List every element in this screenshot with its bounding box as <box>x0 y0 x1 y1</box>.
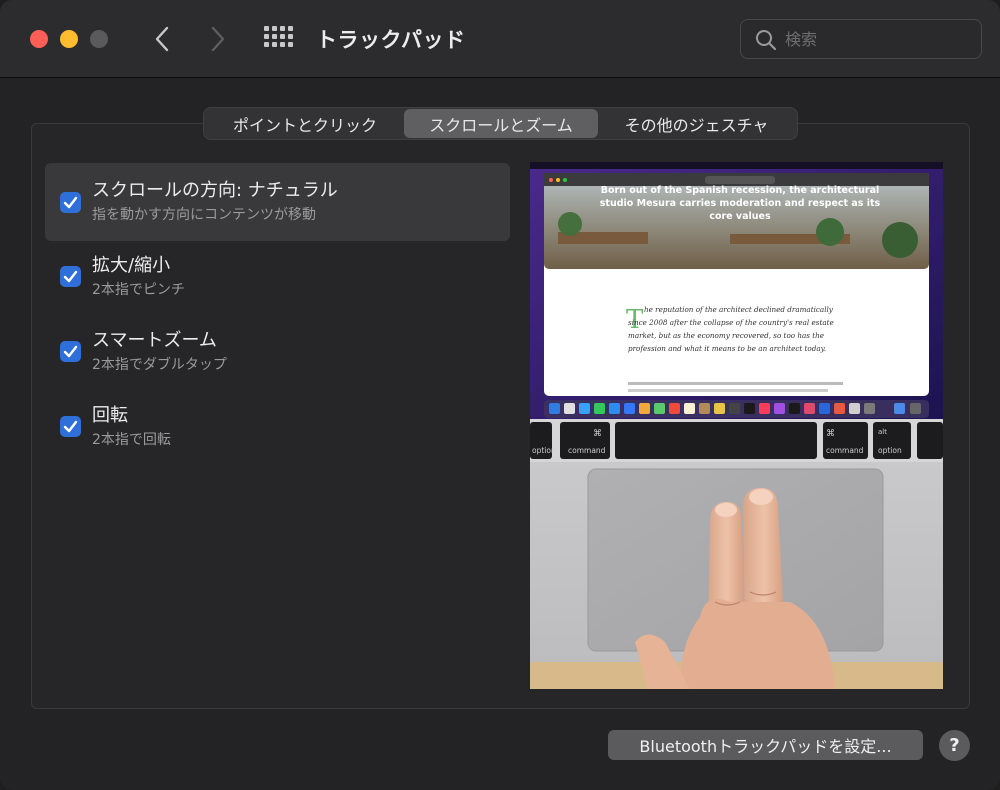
setup-bluetooth-trackpad-button[interactable]: Bluetoothトラックパッドを設定... <box>608 730 923 760</box>
scroll-direction-checkbox[interactable] <box>60 192 81 213</box>
tab-more-gestures[interactable]: その他のジェスチャ <box>598 109 795 138</box>
option-subtitle: 2本指でピンチ <box>92 282 185 298</box>
forward-button[interactable] <box>204 22 232 56</box>
option-title: 拡大/縮小 <box>92 255 171 276</box>
command-key-label: command <box>568 446 606 455</box>
option-title: スマートズーム <box>92 330 217 351</box>
close-button[interactable] <box>30 30 48 48</box>
checkmark-icon <box>63 196 78 209</box>
tab-bar: ポイントとクリック スクロールとズーム その他のジェスチャ <box>203 107 798 140</box>
command-key-label-right: command <box>826 446 864 455</box>
option-scroll-direction[interactable]: スクロールの方向: ナチュラル 指を動かす方向にコンテンツが移動 <box>45 163 510 241</box>
checkmark-icon <box>63 420 78 433</box>
window-title: トラックパッド <box>316 28 466 52</box>
search-field[interactable] <box>740 19 982 59</box>
smart-zoom-checkbox[interactable] <box>60 341 81 362</box>
command-key-symbol: ⌘ <box>593 429 602 439</box>
help-button[interactable]: ? <box>939 730 970 761</box>
alt-key-label: alt <box>878 428 887 436</box>
zoom-button <box>90 30 108 48</box>
option-subtitle: 2本指でダブルタップ <box>92 357 227 373</box>
option-rotate[interactable]: 回転 2本指で回転 <box>45 388 510 466</box>
zoom-in-out-checkbox[interactable] <box>60 266 81 287</box>
tab-scroll-and-zoom[interactable]: スクロールとズーム <box>404 109 598 138</box>
rotate-checkbox[interactable] <box>60 416 81 437</box>
preferences-window: トラックパッド ポイントとクリック スクロールとズーム その他のジェスチャ スク… <box>0 0 1000 790</box>
search-icon <box>756 30 777 51</box>
chevron-right-icon <box>211 26 225 52</box>
checkmark-icon <box>63 345 78 358</box>
option-subtitle: 2本指で回転 <box>92 432 171 448</box>
search-input[interactable] <box>785 28 965 50</box>
option-smart-zoom[interactable]: スマートズーム 2本指でダブルタップ <box>45 313 510 391</box>
option-title: 回転 <box>92 405 128 426</box>
option-zoom-in-out[interactable]: 拡大/縮小 2本指でピンチ <box>45 238 510 316</box>
chevron-left-icon <box>155 26 169 52</box>
option-key-label: option <box>532 446 556 455</box>
gesture-preview-image: Born out of the Spanish recession, the a… <box>530 162 943 689</box>
title-bar: トラックパッド <box>0 0 1000 78</box>
tab-point-and-click[interactable]: ポイントとクリック <box>206 109 404 138</box>
back-button[interactable] <box>148 22 176 56</box>
preview-headline: Born out of the Spanish recession, the a… <box>599 185 881 222</box>
minimize-button[interactable] <box>60 30 78 48</box>
option-subtitle: 指を動かす方向にコンテンツが移動 <box>92 207 316 223</box>
checkmark-icon <box>63 270 78 283</box>
show-all-grid-icon[interactable] <box>262 25 293 53</box>
command-key-symbol-right: ⌘ <box>826 429 835 439</box>
preview-article-text: he reputation of the architect declined … <box>628 305 834 353</box>
option-key-label-right: option <box>878 446 902 455</box>
option-title: スクロールの方向: ナチュラル <box>92 180 338 201</box>
